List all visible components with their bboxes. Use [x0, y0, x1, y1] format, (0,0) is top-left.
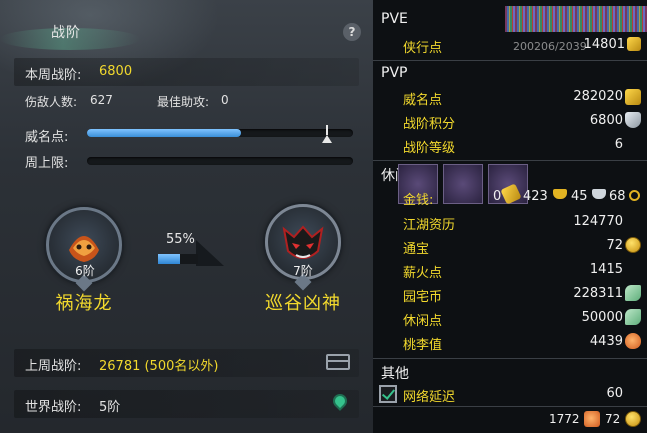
damage-count-label: 伤敌人数:: [25, 95, 78, 109]
world-rank-value: 5阶: [99, 400, 121, 415]
section-divider: [373, 406, 647, 407]
prestige-progress-bar: [87, 125, 353, 143]
pvp-row-label: 战阶积分: [403, 117, 456, 132]
best-assist-value: 0: [221, 93, 229, 107]
garden-coin-icon: [625, 285, 641, 301]
leisure-row-value: 72: [606, 238, 623, 253]
rank-panel-header: 战阶 ?: [0, 14, 373, 50]
currency-panel: 200206/2039 PVE 侠行点 14801 PVP 威名点 282020…: [373, 0, 647, 433]
rank-progress-percent: 55%: [166, 232, 195, 247]
leisure-row-label: 江湖资历: [403, 218, 456, 233]
leisure-row-label: 桃李值: [403, 338, 443, 353]
weekly-rank-value: 6800: [99, 64, 133, 79]
leisure-row-label: 休闲点: [403, 314, 443, 329]
pve-section-header: PVE: [381, 11, 408, 27]
money-label: 金钱:: [403, 193, 434, 208]
leisure-row-value: 228311: [573, 286, 623, 301]
weekly-rank-label: 本周战阶:: [25, 68, 82, 83]
weekly-cap-marker-icon: [322, 135, 332, 143]
footer-flag-icon[interactable]: [584, 411, 600, 427]
pvp-row-value: 6800: [589, 113, 623, 128]
pvp-row-label: 威名点: [403, 93, 443, 108]
current-rank-name: 祸海龙: [55, 293, 113, 314]
pvp-row-label: 战阶等级: [403, 141, 456, 156]
gold-ingot-icon: [553, 189, 567, 199]
last-week-label: 上周战阶:: [25, 359, 82, 374]
background-text: 200206/2039: [513, 40, 587, 53]
prestige-icon: [625, 89, 641, 105]
prestige-progress-fill: [87, 129, 242, 137]
leisure-row-label: 通宝: [403, 242, 430, 257]
last-week-value: 26781 (500名以外): [99, 359, 219, 374]
tongbao-coin-icon: [625, 237, 641, 253]
pvp-section-header: PVP: [381, 65, 408, 81]
section-divider: [373, 160, 647, 161]
leisure-row-value: 124770: [573, 214, 623, 229]
footer-coin-icon[interactable]: [625, 411, 641, 427]
world-rank-label: 世界战阶:: [25, 400, 82, 415]
peach-icon: [625, 333, 641, 349]
rank-panel: 战阶 ? 本周战阶: 6800 伤敌人数: 627 最佳助攻: 0 威名点: 周…: [0, 0, 373, 433]
panel-title: 战阶: [51, 25, 81, 41]
section-divider: [373, 358, 647, 359]
money-value: 423: [523, 189, 548, 204]
pve-point-icon: [627, 37, 641, 51]
weekly-cap-marker-stem: [326, 125, 328, 135]
weekly-cap-label: 周上限:: [25, 156, 69, 171]
pve-row-value: 14801: [583, 37, 625, 52]
money-value: 68: [609, 189, 626, 204]
pvp-row-value: 6: [614, 137, 623, 152]
leisure-row-value: 50000: [581, 310, 623, 325]
money-value: 45: [571, 189, 588, 204]
rank-progress-fill: [158, 254, 180, 264]
other-row-label: 网络延迟: [403, 390, 456, 405]
leisure-row-value: 1415: [589, 262, 623, 277]
network-latency-checkbox[interactable]: [379, 385, 397, 403]
other-row-value: 60: [606, 386, 623, 401]
footer-value-left: 1772: [549, 412, 580, 426]
leisure-row-label: 薪火点: [403, 266, 443, 281]
background-artifact: [505, 6, 647, 32]
pvp-row-value: 282020: [573, 89, 623, 104]
item-slot[interactable]: [443, 164, 483, 204]
next-rank-name: 巡谷凶神: [265, 293, 341, 314]
reward-chest-icon[interactable]: [326, 354, 350, 370]
rank-progress-bar: [158, 254, 198, 264]
rank-score-icon: [625, 112, 641, 128]
footer-value-right: 72: [605, 412, 621, 426]
section-divider: [373, 60, 647, 61]
pve-row-label: 侠行点: [403, 41, 443, 56]
leisure-row-label: 园宅币: [403, 290, 443, 305]
other-section-header: 其他: [381, 366, 409, 382]
weekly-cap-progress-bar: [87, 157, 353, 165]
leisure-row-value: 4439: [589, 334, 623, 349]
prestige-label: 威名点:: [25, 130, 69, 145]
current-rank-level: 6阶: [75, 264, 95, 278]
damage-count-value: 627: [90, 93, 113, 107]
silver-ingot-icon: [592, 189, 606, 199]
next-rank-level: 7阶: [293, 264, 313, 278]
best-assist-label: 最佳助攻:: [157, 95, 210, 109]
leisure-point-icon: [625, 309, 641, 325]
rank-progress-arrow-icon: [196, 240, 224, 266]
copper-coin-icon: [629, 190, 640, 201]
help-icon[interactable]: ?: [343, 23, 361, 41]
